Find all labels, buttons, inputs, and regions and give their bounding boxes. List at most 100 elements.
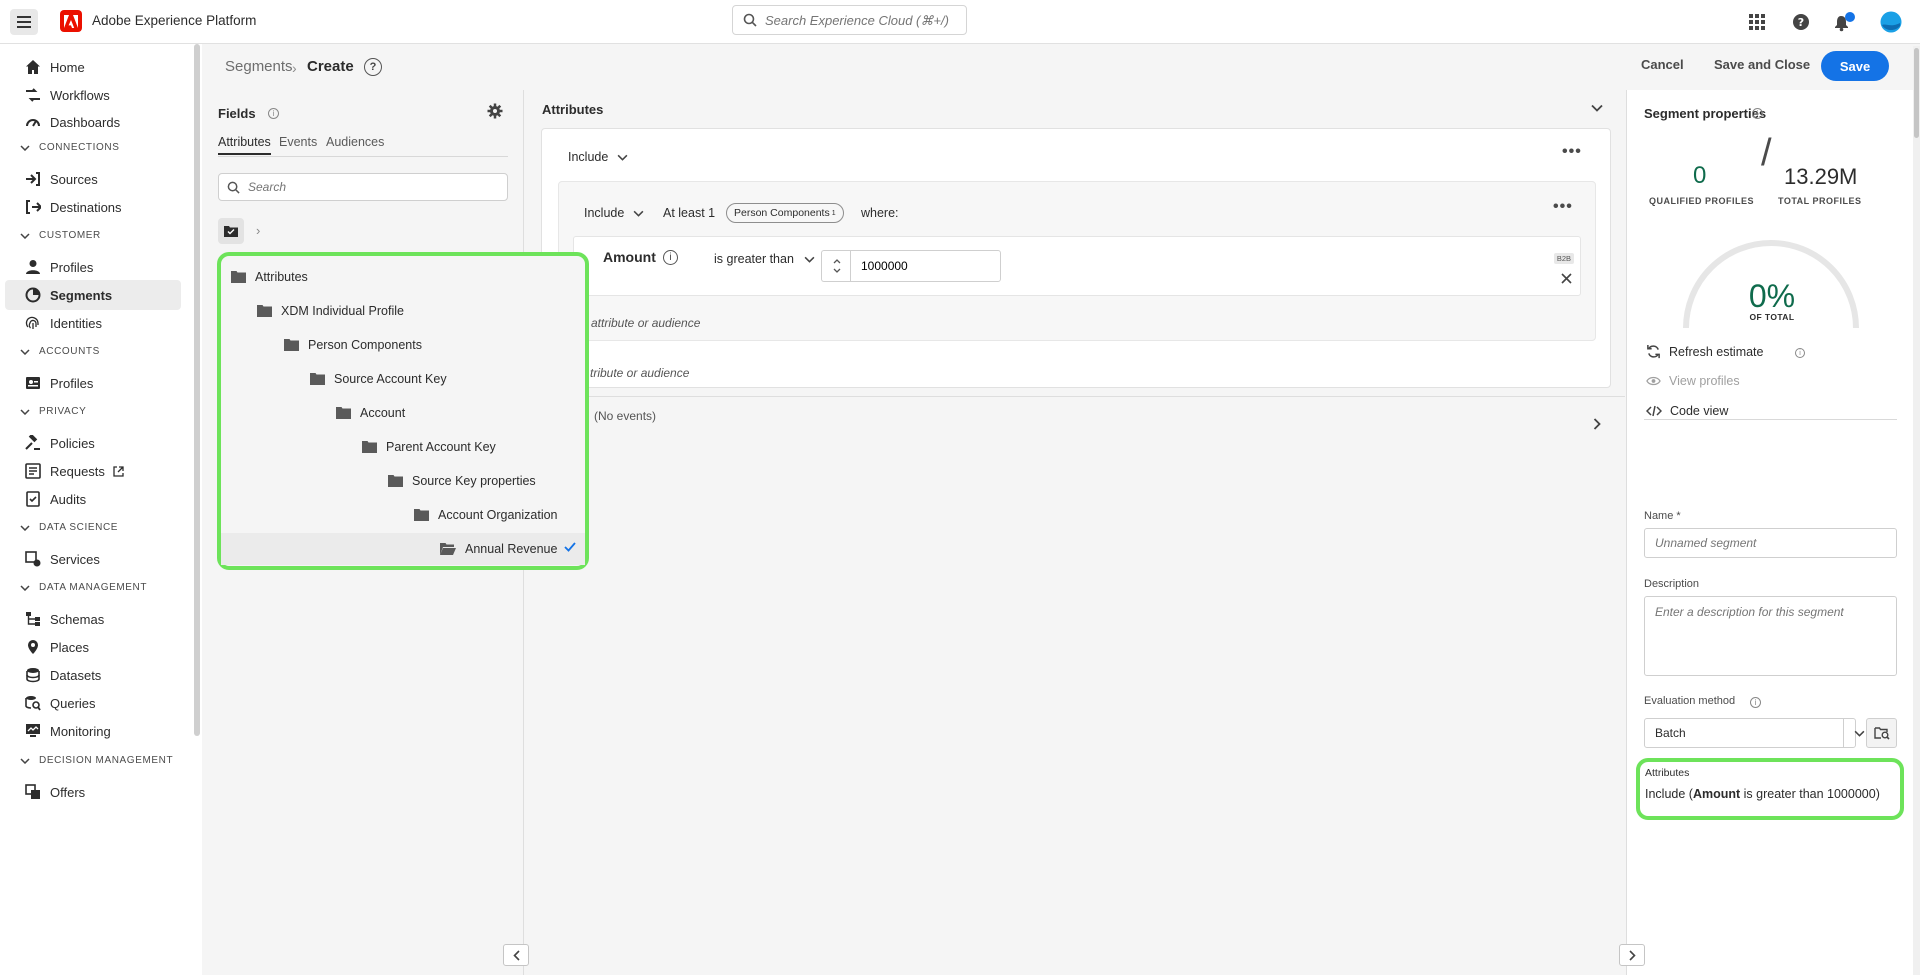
chevron-right-icon [1628, 949, 1636, 961]
section-customer[interactable]: CUSTOMER [20, 230, 101, 241]
nav-home[interactable]: Home [5, 52, 181, 82]
left-nav: Home Workflows Dashboards CONNECTIONS So… [0, 44, 196, 975]
section-accounts[interactable]: ACCOUNTS [20, 346, 100, 357]
nav-queries[interactable]: Queries [5, 688, 181, 718]
tree-item-annual-revenue[interactable]: Annual Revenue [221, 533, 585, 565]
notifications-button[interactable] [1833, 10, 1857, 34]
nav-dashboards[interactable]: Dashboards [5, 107, 181, 137]
tab-events[interactable]: Events [279, 135, 317, 149]
tree-item-account[interactable]: Account [336, 397, 405, 429]
cancel-button[interactable]: Cancel [1641, 57, 1684, 72]
folder-icon [388, 475, 403, 487]
adobe-logo[interactable] [60, 10, 82, 32]
tab-audiences[interactable]: Audiences [326, 135, 384, 149]
nav-requests[interactable]: Requests [5, 456, 181, 486]
value-stepper[interactable] [821, 250, 851, 282]
section-data-science[interactable]: DATA SCIENCE [20, 522, 118, 533]
fields-search[interactable] [218, 173, 508, 201]
close-icon[interactable] [1561, 273, 1572, 284]
nav-sources[interactable]: Sources [5, 164, 181, 194]
nav-scrollbar[interactable] [194, 44, 200, 736]
breadcrumb-segments[interactable]: Segments [225, 58, 293, 75]
chevron-left-icon [512, 949, 520, 961]
nav-monitoring[interactable]: Monitoring [5, 716, 181, 746]
list-icon [25, 463, 41, 479]
services-icon [25, 551, 41, 567]
nav-places[interactable]: Places [5, 632, 181, 662]
tree-item-source-key-properties[interactable]: Source Key properties [388, 465, 536, 497]
user-avatar[interactable] [1879, 10, 1903, 34]
page-scrollbar[interactable] [1913, 46, 1920, 975]
nav-services[interactable]: Services [5, 544, 181, 574]
gear-icon[interactable] [487, 103, 503, 119]
evaluation-method-select[interactable]: Batch [1644, 718, 1865, 748]
collapse-properties-button[interactable] [1619, 944, 1645, 966]
refresh-estimate-button[interactable]: Refresh estimate [1646, 344, 1763, 359]
nav-offers[interactable]: Offers [5, 777, 181, 807]
segment-name-input[interactable] [1644, 528, 1897, 558]
segment-description-input[interactable] [1644, 596, 1897, 676]
add-attribute-drop-zone-inner[interactable]: attribute or audience [591, 316, 700, 330]
section-connections[interactable]: CONNECTIONS [20, 142, 120, 153]
nav-audits[interactable]: Audits [5, 484, 181, 514]
schedule-button[interactable] [1866, 718, 1897, 748]
collapse-fields-button[interactable] [503, 944, 529, 966]
section-data-management[interactable]: DATA MANAGEMENT [20, 582, 147, 593]
condition-value-input[interactable] [850, 250, 1001, 282]
dataset-icon [26, 668, 40, 683]
section-decision-management[interactable]: DECISION MANAGEMENT [20, 755, 173, 766]
info-icon[interactable]: i [1795, 348, 1805, 358]
tree-item-attributes[interactable]: Attributes [231, 261, 308, 293]
nav-datasets[interactable]: Datasets [5, 660, 181, 690]
chevron-right-icon[interactable] [1593, 418, 1601, 430]
tree-item-source-account-key[interactable]: Source Account Key [310, 363, 447, 395]
more-options-icon[interactable]: ••• [1562, 143, 1582, 161]
tree-item-account-organization[interactable]: Account Organization [414, 499, 558, 531]
info-icon[interactable]: i [1752, 108, 1763, 119]
nav-schemas[interactable]: Schemas [5, 604, 181, 634]
events-section[interactable]: (No events) [594, 409, 656, 423]
include-dropdown-inner[interactable]: Include [584, 206, 644, 220]
nav-policies[interactable]: Policies [5, 428, 181, 458]
fields-search-input[interactable] [248, 180, 488, 194]
nav-segments[interactable]: Segments [5, 280, 181, 310]
apps-button[interactable] [1745, 10, 1769, 34]
tree-item-parent-account-key[interactable]: Parent Account Key [362, 431, 496, 463]
percent-label: OF TOTAL [1749, 312, 1795, 322]
global-search-input[interactable] [765, 12, 965, 28]
help-circle-icon[interactable]: ? [364, 58, 382, 76]
tab-attributes[interactable]: Attributes [218, 135, 271, 155]
code-icon [1646, 405, 1662, 417]
nav-identities[interactable]: Identities [5, 308, 181, 338]
global-search[interactable] [732, 5, 967, 35]
add-attribute-drop-zone-outer[interactable]: tribute or audience [590, 366, 689, 380]
nav-profiles[interactable]: Profiles [5, 252, 181, 282]
condition-attribute[interactable]: Amount [603, 249, 656, 265]
tree-item-person-components[interactable]: Person Components [284, 329, 422, 361]
nav-account-profiles[interactable]: Profiles [5, 368, 181, 398]
scrollbar-thumb[interactable] [1914, 48, 1919, 138]
chevron-down-icon[interactable] [1591, 104, 1603, 112]
help-button[interactable]: ? [1789, 10, 1813, 34]
tree-item-xdm-individual-profile[interactable]: XDM Individual Profile [257, 295, 404, 327]
more-options-icon[interactable]: ••• [1553, 198, 1573, 216]
nav-workflows[interactable]: Workflows [5, 80, 181, 110]
section-privacy[interactable]: PRIVACY [20, 406, 86, 417]
operator-dropdown[interactable]: is greater than [714, 252, 815, 266]
info-icon[interactable]: i [663, 250, 678, 265]
info-icon[interactable]: i [1750, 697, 1761, 708]
nav-destinations[interactable]: Destinations [5, 192, 181, 222]
menu-toggle-button[interactable] [10, 9, 38, 35]
root-folder-button[interactable] [218, 218, 244, 244]
include-dropdown-outer[interactable]: Include [568, 150, 628, 164]
save-button[interactable]: Save [1821, 51, 1889, 81]
save-and-close-button[interactable]: Save and Close [1714, 57, 1810, 72]
info-icon[interactable]: i [268, 108, 279, 119]
count-qualifier[interactable]: At least 1 [663, 206, 715, 220]
folder-icon [310, 373, 325, 385]
folder-icon [231, 271, 246, 283]
app-title[interactable]: Adobe Experience Platform [92, 13, 256, 28]
object-pill[interactable]: Person Components 1 [726, 203, 844, 223]
view-profiles-button[interactable]: View profiles [1646, 374, 1740, 388]
code-view-button[interactable]: Code view [1646, 404, 1728, 418]
